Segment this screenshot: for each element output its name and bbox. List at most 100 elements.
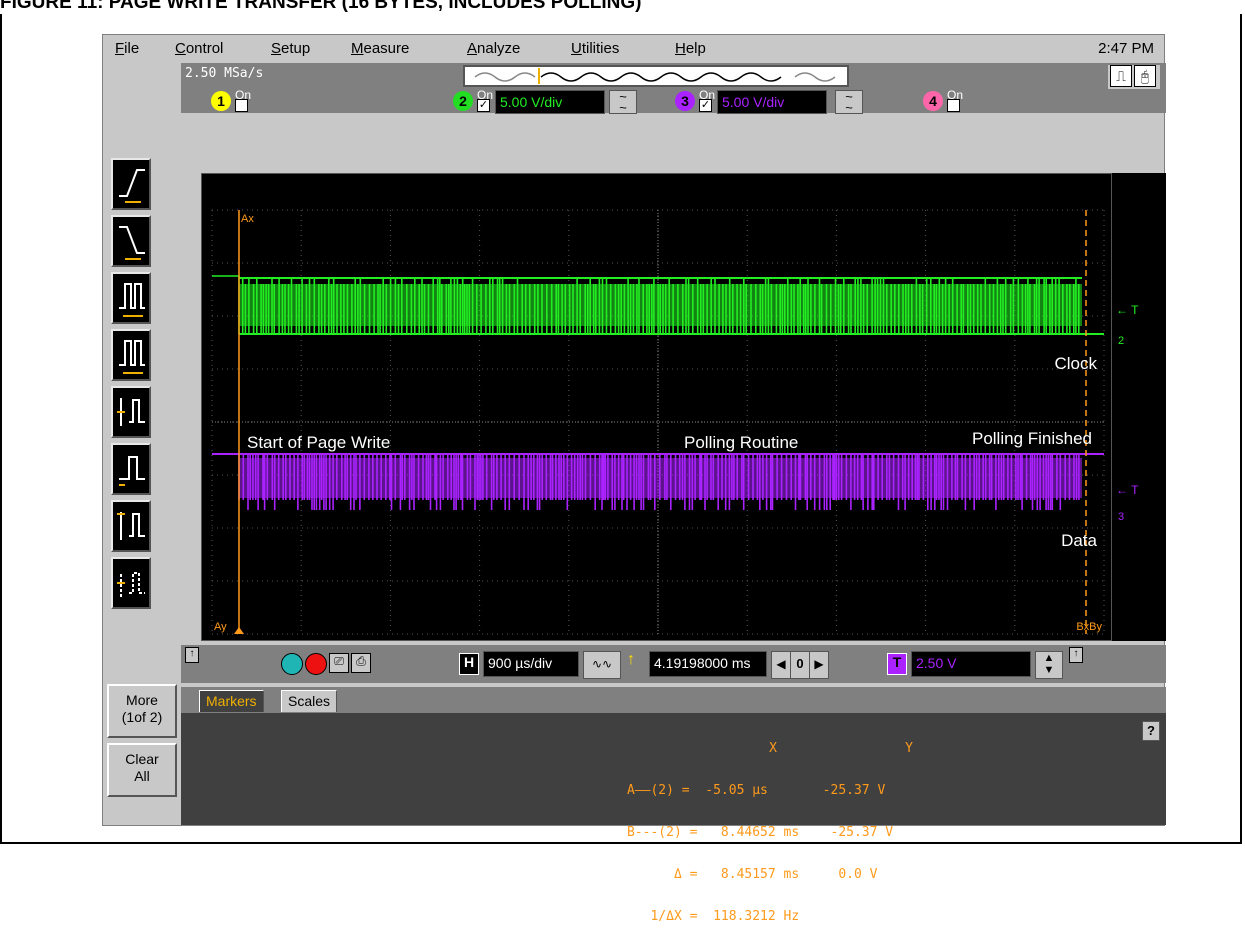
figure-title: FIGURE 11: PAGE WRITE TRANSFER (16 BYTES… xyxy=(0,0,642,13)
menu-utilities-accel: U xyxy=(571,40,582,57)
timeout-trigger-button[interactable] xyxy=(111,500,151,552)
timebase-stepper[interactable]: ∿∿ xyxy=(583,651,621,679)
channel-3-checkbox[interactable]: ✓ xyxy=(699,99,712,112)
single-icon[interactable]: ⎚ xyxy=(329,653,349,673)
memory-overview-bar[interactable] xyxy=(463,65,849,87)
pulse-width-icon xyxy=(119,340,145,374)
markers-header-x: X xyxy=(769,741,777,756)
waveform-svg: Ax Ay BxBy Clock Data Start of Page Write Poll… xyxy=(211,209,1105,635)
delay-right-arrow[interactable]: ▶ xyxy=(809,651,829,679)
marker-bxby-label: BxBy xyxy=(1076,621,1102,633)
transition-icon xyxy=(117,572,145,597)
pulse-mode-icon[interactable]: ⎍ xyxy=(1110,65,1132,87)
waveform-display[interactable]: Ax Ay BxBy Clock Data Start of Page Write Poll… xyxy=(201,173,1112,641)
channel-row: 1 On 2 On ✓ 5.00 V/div ~ ~ 3 On ✓ 5.00 V/… xyxy=(181,88,1166,114)
channel-2-offset-stepper[interactable]: ~ ~ xyxy=(609,90,637,114)
clock-label: Clock xyxy=(1054,354,1097,373)
channel-3-offset-stepper[interactable]: ~ ~ xyxy=(835,90,863,114)
menu-help-accel: H xyxy=(675,40,686,57)
channel-3-icon[interactable]: 3 xyxy=(675,91,695,111)
pulse-width-trigger-button[interactable] xyxy=(111,329,151,381)
menu-utilities-label: tilities xyxy=(581,40,620,57)
more-button[interactable]: More (1of 2) xyxy=(107,684,177,738)
menu-analyze[interactable]: Analyze xyxy=(467,40,520,57)
setup-hold-trigger-button[interactable] xyxy=(111,386,151,438)
channel-2-fill xyxy=(239,284,1082,326)
channel-2-icon[interactable]: 2 xyxy=(453,91,473,111)
oscilloscope-window: File Control Setup Measure Analyze Utili… xyxy=(102,34,1166,924)
glitch-icon xyxy=(119,283,145,317)
menu-measure[interactable]: Measure xyxy=(351,40,409,57)
print-icon[interactable]: ⎙ xyxy=(351,653,371,673)
markers-panel: XY A——(2) = -5.05 µs -25.37 V B---(2) = … xyxy=(181,713,1166,924)
more-button-label: More xyxy=(126,692,158,708)
runt-trigger-button[interactable] xyxy=(111,443,151,495)
trigger-level-field[interactable]: 2.50 V xyxy=(911,651,1031,677)
markers-readout: XY A——(2) = -5.05 µs -25.37 V B---(2) = … xyxy=(627,714,913,952)
clear-all-button[interactable]: Clear All xyxy=(107,743,177,797)
delay-zero-button[interactable]: 0 xyxy=(790,651,810,679)
channel-3-fill xyxy=(239,458,1082,498)
menu-help[interactable]: Help xyxy=(675,40,706,57)
panel-tabs: Markers Scales xyxy=(181,687,1166,713)
polling-finished-label: Polling Finished xyxy=(972,429,1092,448)
horizontal-controls: ↑ ⎚ ⎙ H 900 µs/div ∿∿ ↑ 4.19198000 ms ◀ … xyxy=(181,645,1166,683)
marker-arrow-icon[interactable]: ↑ xyxy=(185,647,199,663)
channel-2-checkbox[interactable]: ✓ xyxy=(477,99,490,112)
trigger-arrow-icon[interactable]: ↑ xyxy=(1069,647,1083,663)
markers-header: XY xyxy=(627,742,913,756)
marker-row-a: A——(2) = -5.05 µs -25.37 V xyxy=(627,783,886,798)
trigger-icon[interactable]: T xyxy=(887,653,907,675)
tab-markers[interactable]: Markers xyxy=(199,690,264,712)
channel-1-checkbox[interactable] xyxy=(235,99,248,112)
polling-routine-label: Polling Routine xyxy=(684,433,798,452)
channel-3-scale[interactable]: 5.00 V/div xyxy=(717,90,827,114)
marker-row-b: B---(2) = 8.44652 ms -25.37 V xyxy=(627,825,894,840)
menu-setup[interactable]: Setup xyxy=(271,40,310,57)
tab-scales[interactable]: Scales xyxy=(281,690,338,712)
channel-3-ground-marker[interactable]: 3 xyxy=(1118,511,1124,523)
channel-4-checkbox[interactable] xyxy=(947,99,960,112)
menu-bar: File Control Setup Measure Analyze Utili… xyxy=(103,35,1164,63)
menu-file-label: ile xyxy=(124,40,140,57)
run-button[interactable] xyxy=(281,653,303,675)
channel-offset-bar: ← T 2 ← T 3 xyxy=(1112,173,1166,641)
rising-edge-icon xyxy=(119,169,145,203)
menu-utilities[interactable]: Utilities xyxy=(571,40,619,57)
mouse-mode-icon[interactable]: 🖰 xyxy=(1134,65,1156,87)
timebase-field[interactable]: 900 µs/div xyxy=(483,651,579,677)
transition-trigger-button[interactable] xyxy=(111,557,151,609)
delay-left-arrow[interactable]: ◀ xyxy=(771,651,791,679)
sample-rate: 2.50 MSa/s xyxy=(185,66,264,81)
menu-file[interactable]: File xyxy=(115,40,139,57)
menu-setup-label: etup xyxy=(281,40,311,57)
marker-a-triangle xyxy=(234,627,244,634)
delay-field[interactable]: 4.19198000 ms xyxy=(649,651,767,677)
overview-waveform-icon xyxy=(474,68,836,84)
marker-row-delta: Δ = 8.45157 ms 0.0 V xyxy=(627,867,878,882)
trigger-mode-sidebar: More (1of 2) Clear All xyxy=(103,63,181,825)
channel-2-ground-marker[interactable]: 2 xyxy=(1118,335,1124,347)
clock: 2:47 PM xyxy=(1098,40,1154,57)
menu-analyze-accel: A xyxy=(467,40,478,57)
channel-3-trigger-marker: ← T xyxy=(1116,483,1139,497)
marker-ax-label: Ax xyxy=(241,213,254,225)
menu-measure-label: easure xyxy=(363,40,410,57)
stop-button[interactable] xyxy=(305,653,327,675)
channel-1-icon[interactable]: 1 xyxy=(211,91,231,111)
horizontal-icon[interactable]: H xyxy=(459,653,479,675)
help-button[interactable]: ? xyxy=(1142,721,1160,741)
channel-2-scale[interactable]: 5.00 V/div xyxy=(495,90,605,114)
edge-rising-trigger-button[interactable] xyxy=(111,158,151,210)
start-of-page-write-label: Start of Page Write xyxy=(247,433,390,452)
edge-falling-trigger-button[interactable] xyxy=(111,215,151,267)
menu-file-accel: F xyxy=(115,40,125,57)
timeout-icon xyxy=(117,512,145,540)
glitch-trigger-button[interactable] xyxy=(111,272,151,324)
menu-setup-accel: S xyxy=(271,40,282,57)
channel-4-icon[interactable]: 4 xyxy=(923,91,943,111)
menu-control[interactable]: Control xyxy=(175,40,223,57)
trigger-level-stepper[interactable]: ▲ ▼ xyxy=(1035,651,1063,679)
clear-all-line1: Clear xyxy=(125,751,159,767)
channel-2-trigger-marker: ← T xyxy=(1116,303,1139,317)
